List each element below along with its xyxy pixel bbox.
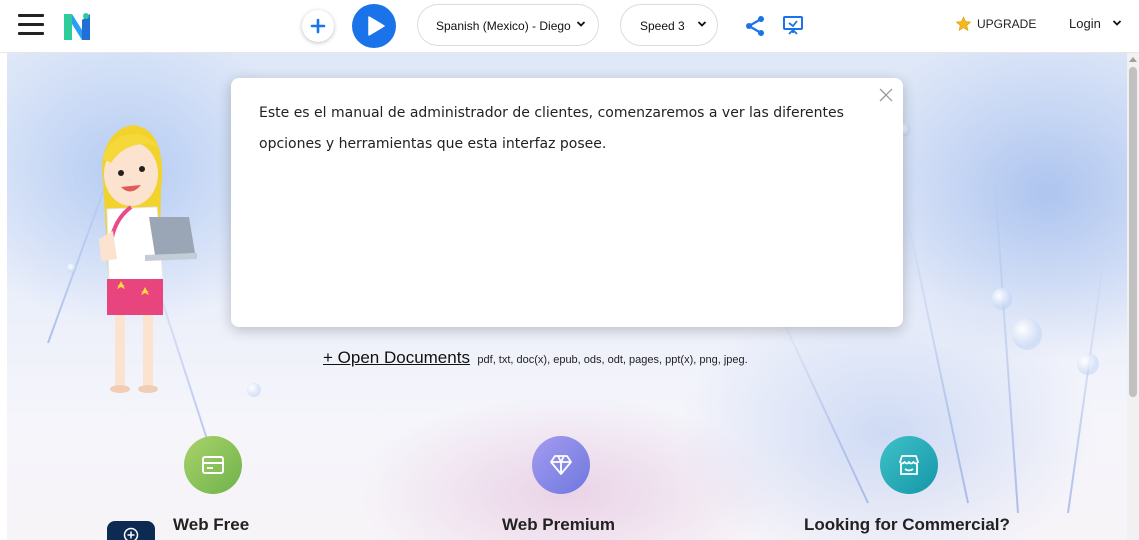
tutorial-message: Este es el manual de administrador de cl…: [259, 105, 844, 152]
presentation-icon[interactable]: [782, 14, 804, 36]
chevron-down-icon: [1112, 20, 1122, 26]
upgrade-label: UPGRADE: [977, 17, 1037, 31]
scroll-up-arrow-icon[interactable]: [1129, 57, 1137, 62]
plus-circle-icon: [123, 527, 139, 540]
scrollbar-thumb[interactable]: [1129, 67, 1137, 397]
play-icon: [368, 16, 385, 36]
web-free-icon-badge[interactable]: [184, 436, 242, 494]
supported-formats: pdf, txt, doc(x), epub, ods, odt, pages,…: [477, 354, 748, 366]
voice-select-value: Spanish (Mexico) - Diego: [436, 19, 571, 33]
login-label: Login: [1069, 16, 1101, 31]
share-icon[interactable]: [744, 15, 766, 37]
login-menu[interactable]: Login: [1069, 16, 1122, 31]
speed-select-value: Speed 3: [640, 19, 685, 33]
close-icon[interactable]: [879, 88, 893, 102]
dew-drop: [67, 263, 77, 273]
plan-title-commercial: Looking for Commercial?: [804, 515, 1010, 534]
dew-drop: [992, 288, 1012, 310]
dew-drop: [1077, 353, 1099, 375]
diamond-icon: [550, 455, 572, 475]
star-icon: [955, 16, 972, 32]
open-documents: + Open Documents pdf, txt, doc(x), epub,…: [323, 348, 748, 368]
web-premium-icon-badge[interactable]: [532, 436, 590, 494]
play-button[interactable]: [352, 4, 396, 48]
grass-strand: [1067, 255, 1106, 514]
chevron-down-icon: [697, 21, 707, 27]
voice-select[interactable]: Spanish (Mexico) - Diego: [417, 4, 599, 46]
tutorial-dialog: Este es el manual de administrador de cl…: [231, 78, 903, 327]
store-icon: [899, 455, 919, 475]
app-logo[interactable]: [62, 10, 92, 42]
add-floating-button[interactable]: [107, 521, 155, 540]
page-scrollbar[interactable]: [1127, 53, 1139, 540]
dew-drop: [1012, 318, 1042, 350]
add-document-button[interactable]: [302, 10, 334, 42]
speed-select[interactable]: Speed 3: [620, 4, 718, 46]
top-bar: Spanish (Mexico) - Diego Speed 3 UPGRADE…: [0, 0, 1139, 53]
dew-drop: [247, 383, 261, 397]
open-documents-link[interactable]: + Open Documents: [323, 348, 470, 367]
card-icon: [202, 456, 224, 474]
plan-title-web-premium: Web Premium: [502, 515, 616, 534]
girl-illustration: [99, 125, 197, 393]
hamburger-menu-icon[interactable]: [18, 14, 44, 36]
chevron-down-icon: [576, 21, 586, 27]
grass-strand: [774, 303, 869, 504]
plus-icon: [310, 18, 326, 34]
plan-title-web-free: Web Free: [173, 515, 250, 534]
commercial-icon-badge[interactable]: [880, 436, 938, 494]
